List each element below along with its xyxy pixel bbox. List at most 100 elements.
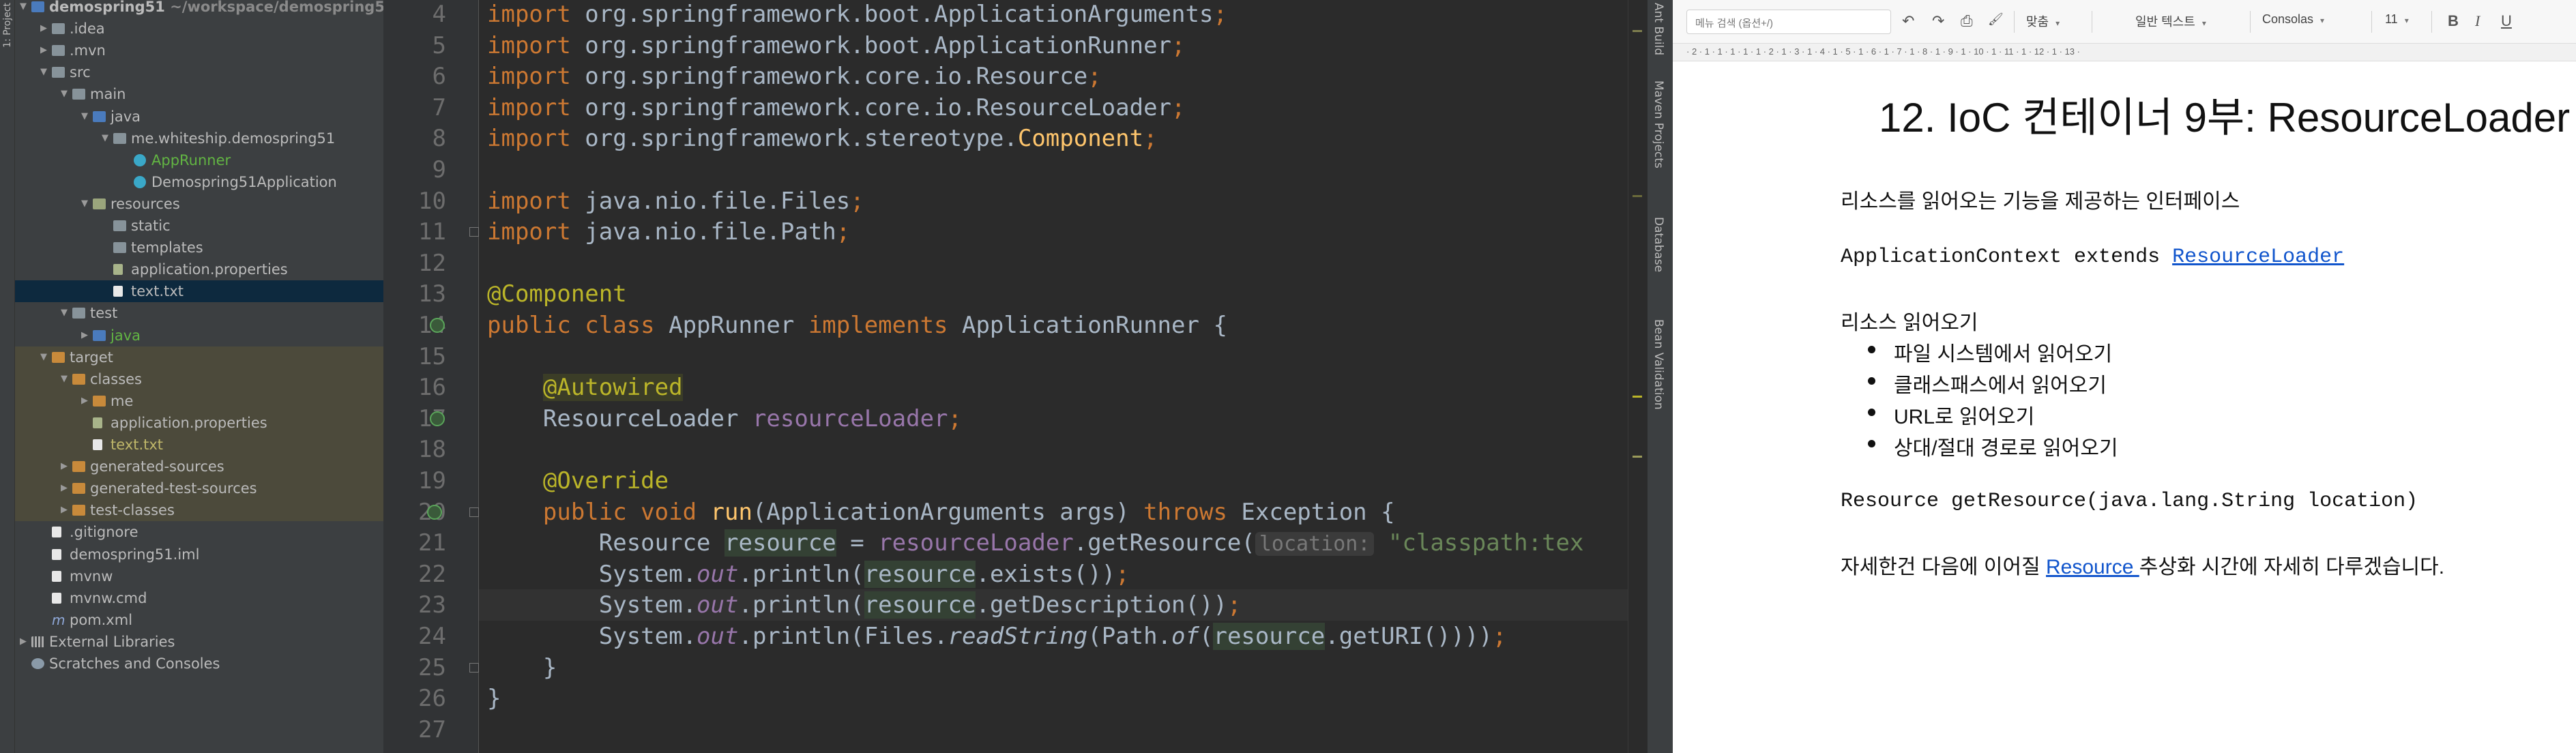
- tree-item[interactable]: ▶ .mvn: [15, 40, 383, 61]
- code-line[interactable]: import org.springframework.stereotype.Co…: [487, 123, 1158, 154]
- tree-item[interactable]: text.txt: [15, 280, 383, 303]
- style-select[interactable]: 일반 텍스트 ▾: [2135, 12, 2206, 30]
- print-icon[interactable]: ⎙: [1961, 12, 1973, 30]
- tree-item[interactable]: ▶ .idea: [15, 18, 383, 40]
- code-line[interactable]: import org.springframework.boot.Applicat…: [487, 0, 1227, 30]
- fold-marker-icon[interactable]: [469, 662, 479, 673]
- line-number[interactable]: 18: [383, 434, 446, 465]
- line-number[interactable]: 13: [383, 278, 446, 310]
- warning-marker[interactable]: [1633, 195, 1642, 197]
- line-number[interactable]: 12: [383, 248, 446, 279]
- line-number[interactable]: 16: [383, 372, 446, 403]
- line-number[interactable]: 5: [383, 30, 446, 61]
- code-line[interactable]: import java.nio.file.Path;: [487, 216, 850, 248]
- document-page[interactable]: 12. IoC 컨테이너 9부: ResourceLoader 리소스를 읽어오…: [1686, 61, 2576, 753]
- project-tool-label[interactable]: 1: Project: [2, 3, 13, 48]
- code-line[interactable]: @Autowired: [487, 372, 683, 403]
- override-gutter-icon[interactable]: [427, 504, 442, 520]
- tree-item[interactable]: ▶ test-classes: [15, 499, 383, 522]
- run-gutter-icon[interactable]: [430, 318, 445, 333]
- tool-window-database[interactable]: Database: [1652, 217, 1665, 272]
- collapsed-arrow-icon[interactable]: ▶: [79, 325, 90, 346]
- expanded-arrow-icon[interactable]: ▼: [79, 193, 90, 215]
- code-line[interactable]: System.out.println(Files.readString(Path…: [487, 621, 1506, 652]
- line-number[interactable]: 7: [383, 92, 446, 123]
- tree-item[interactable]: ▶ me: [15, 389, 383, 412]
- tree-item[interactable]: ▶ java: [15, 325, 383, 346]
- tree-item[interactable]: templates: [15, 237, 383, 259]
- line-number[interactable]: 4: [383, 0, 446, 30]
- fold-marker-icon[interactable]: [469, 227, 479, 237]
- code-line[interactable]: import java.nio.file.Files;: [487, 186, 864, 217]
- code-line[interactable]: }: [487, 652, 557, 683]
- warning-marker[interactable]: [1633, 396, 1642, 398]
- line-number[interactable]: 24: [383, 621, 446, 652]
- line-number[interactable]: 10: [383, 186, 446, 217]
- tree-item[interactable]: ▶ generated-sources: [15, 456, 383, 478]
- line-number[interactable]: 26: [383, 683, 446, 714]
- tool-window-maven-projects[interactable]: Maven Projects: [1652, 80, 1665, 168]
- tree-item[interactable]: application.properties: [15, 259, 383, 280]
- font-size-select[interactable]: 11 ▾: [2385, 12, 2409, 27]
- tree-item[interactable]: application.properties: [15, 411, 383, 434]
- code-line[interactable]: import org.springframework.core.io.Resou…: [487, 92, 1186, 123]
- collapsed-arrow-icon[interactable]: ▶: [38, 18, 49, 40]
- resource-link[interactable]: Resource: [2046, 556, 2139, 578]
- collapsed-arrow-icon[interactable]: ▶: [59, 499, 70, 521]
- collapsed-arrow-icon[interactable]: ▶: [79, 390, 90, 412]
- collapsed-arrow-icon[interactable]: ▶: [59, 477, 70, 499]
- paint-format-icon[interactable]: 🖌: [1988, 12, 2004, 27]
- fold-marker-icon[interactable]: [469, 507, 479, 517]
- expanded-arrow-icon[interactable]: ▼: [18, 0, 29, 18]
- tree-item[interactable]: ▶ External Libraries: [15, 631, 383, 653]
- collapsed-arrow-icon[interactable]: ▶: [18, 631, 29, 653]
- code-line[interactable]: }: [487, 683, 501, 714]
- warning-marker[interactable]: [1633, 30, 1642, 32]
- collapsed-arrow-icon[interactable]: ▶: [59, 456, 70, 477]
- line-number[interactable]: 23: [383, 589, 446, 621]
- resourceloader-link[interactable]: ResourceLoader: [2172, 246, 2344, 269]
- code-editor[interactable]: import org.springframework.boot.Applicat…: [479, 0, 1628, 753]
- expanded-arrow-icon[interactable]: ▼: [59, 368, 70, 390]
- tree-item[interactable]: .gitignore: [15, 521, 383, 543]
- tree-item[interactable]: ▶ generated-test-sources: [15, 477, 383, 500]
- tree-item[interactable]: ▼ main: [15, 83, 383, 105]
- tool-window-ant-build[interactable]: Ant Build: [1652, 3, 1665, 55]
- tree-item[interactable]: ▼ demospring51 ~/workspace/demospring51: [15, 0, 383, 18]
- expanded-arrow-icon[interactable]: ▼: [38, 346, 49, 368]
- tool-window-bean-validation[interactable]: Bean Validation: [1652, 319, 1665, 410]
- code-line[interactable]: ResourceLoader resourceLoader;: [487, 403, 962, 434]
- code-line[interactable]: Resource resource = resourceLoader.getRe…: [487, 527, 1583, 559]
- line-number[interactable]: 27: [383, 714, 446, 745]
- tree-item[interactable]: ▼ me.whiteship.demospring51: [15, 128, 383, 149]
- zoom-select[interactable]: 맞춤 ▾: [2026, 12, 2060, 30]
- line-number[interactable]: 19: [383, 465, 446, 497]
- code-line[interactable]: public class AppRunner implements Applic…: [487, 310, 1227, 341]
- tree-item[interactable]: ▼ classes: [15, 368, 383, 390]
- line-number[interactable]: 15: [383, 341, 446, 372]
- menu-search-input[interactable]: 메뉴 검색 (옵션+/): [1686, 10, 1891, 34]
- code-line[interactable]: System.out.println(resource.exists());: [487, 559, 1130, 590]
- project-tree[interactable]: ▼ demospring51 ~/workspace/demospring51 ▶.…: [15, 0, 383, 753]
- warning-marker[interactable]: [1633, 456, 1642, 458]
- tree-item[interactable]: demospring51.iml: [15, 544, 383, 565]
- code-line[interactable]: @Override: [487, 465, 669, 497]
- collapsed-arrow-icon[interactable]: ▶: [38, 40, 49, 61]
- tree-item[interactable]: text.txt: [15, 434, 383, 456]
- expanded-arrow-icon[interactable]: ▼: [100, 128, 111, 149]
- expanded-arrow-icon[interactable]: ▼: [38, 61, 49, 83]
- expanded-arrow-icon[interactable]: ▼: [79, 106, 90, 128]
- project-tool-stripe[interactable]: 1: Project: [0, 0, 15, 753]
- tree-item[interactable]: mvnw: [15, 565, 383, 587]
- line-number[interactable]: 8: [383, 123, 446, 154]
- code-line[interactable]: @Component: [487, 278, 627, 310]
- tree-item[interactable]: m pom.xml: [15, 609, 383, 631]
- tree-item[interactable]: Demospring51Application: [15, 171, 383, 193]
- line-number[interactable]: 21: [383, 527, 446, 559]
- expanded-arrow-icon[interactable]: ▼: [59, 302, 70, 324]
- line-number[interactable]: 11: [383, 216, 446, 248]
- autowired-gutter-icon[interactable]: [430, 411, 445, 426]
- editor-error-stripe[interactable]: [1628, 0, 1647, 753]
- tree-item[interactable]: mvnw.cmd: [15, 587, 383, 609]
- tree-item[interactable]: ▼ src: [15, 61, 383, 83]
